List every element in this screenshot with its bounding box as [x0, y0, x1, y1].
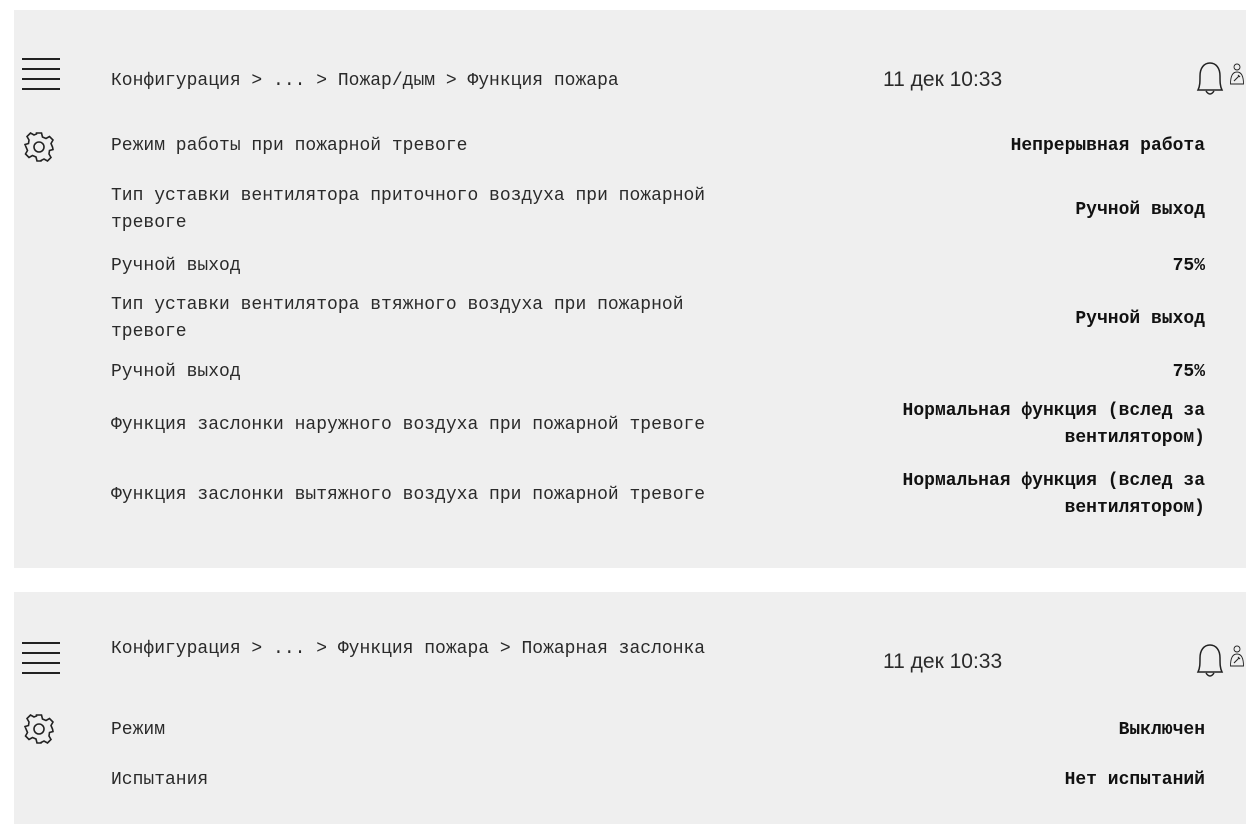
setting-row-tests[interactable]: Испытания Нет испытаний [111, 766, 1205, 794]
setting-label: Режим работы при пожарной тревоге [111, 135, 468, 156]
setting-value: Выключен [1118, 719, 1205, 740]
setting-value: Нормальная функция (вслед за вентиляторо… [902, 401, 1205, 448]
setting-row-fire-mode[interactable]: Режим работы при пожарной тревоге Непрер… [111, 132, 1205, 160]
gear-icon[interactable] [22, 130, 56, 164]
user-wrench-icon[interactable] [1228, 52, 1246, 96]
setting-row-exhaust-damper-function[interactable]: Функция заслонки вытяжного воздуха при п… [111, 467, 1205, 523]
setting-label: Тип уставки вентилятора приточного возду… [111, 186, 706, 233]
setting-label: Режим [111, 719, 166, 740]
setting-value: Нормальная функция (вслед за вентиляторо… [902, 471, 1205, 518]
gear-icon[interactable] [22, 712, 56, 746]
setting-value: Ручной выход [1075, 308, 1205, 329]
menu-icon[interactable] [22, 58, 60, 90]
datetime: 11 дек 10:33 [883, 650, 1003, 673]
setting-row-supply-fan-setpoint-type[interactable]: Тип уставки вентилятора приточного возду… [111, 182, 1205, 238]
setting-row-exhaust-fan-setpoint-type[interactable]: Тип уставки вентилятора втяжного воздуха… [111, 291, 1205, 347]
breadcrumb: Конфигурация > ... > Пожар/дым > Функция… [111, 71, 619, 91]
breadcrumb: Конфигурация > ... > Функция пожара > По… [111, 639, 706, 659]
setting-value: 75% [1172, 255, 1205, 276]
setting-value: Нет испытаний [1064, 769, 1205, 790]
setting-label: Функция заслонки вытяжного воздуха при п… [111, 484, 706, 505]
menu-icon[interactable] [22, 642, 60, 674]
setting-row-outdoor-damper-function[interactable]: Функция заслонки наружного воздуха при п… [111, 397, 1205, 453]
datetime: 11 дек 10:33 [883, 68, 1003, 91]
setting-row-mode[interactable]: Режим Выключен [111, 716, 1205, 744]
user-wrench-icon[interactable] [1228, 634, 1246, 678]
setting-row-exhaust-manual-output[interactable]: Ручной выход 75% [111, 358, 1205, 386]
bell-icon[interactable] [1190, 58, 1230, 100]
setting-label: Функция заслонки наружного воздуха при п… [111, 414, 706, 435]
setting-label: Ручной выход [111, 255, 241, 276]
setting-row-supply-manual-output[interactable]: Ручной выход 75% [111, 252, 1205, 280]
setting-value: 75% [1172, 361, 1205, 382]
bell-icon[interactable] [1190, 640, 1230, 682]
setting-label: Тип уставки вентилятора втяжного воздуха… [111, 295, 684, 342]
setting-value: Ручной выход [1075, 199, 1205, 220]
setting-label: Ручной выход [111, 361, 241, 382]
setting-label: Испытания [111, 769, 209, 790]
setting-value: Непрерывная работа [1010, 135, 1205, 156]
